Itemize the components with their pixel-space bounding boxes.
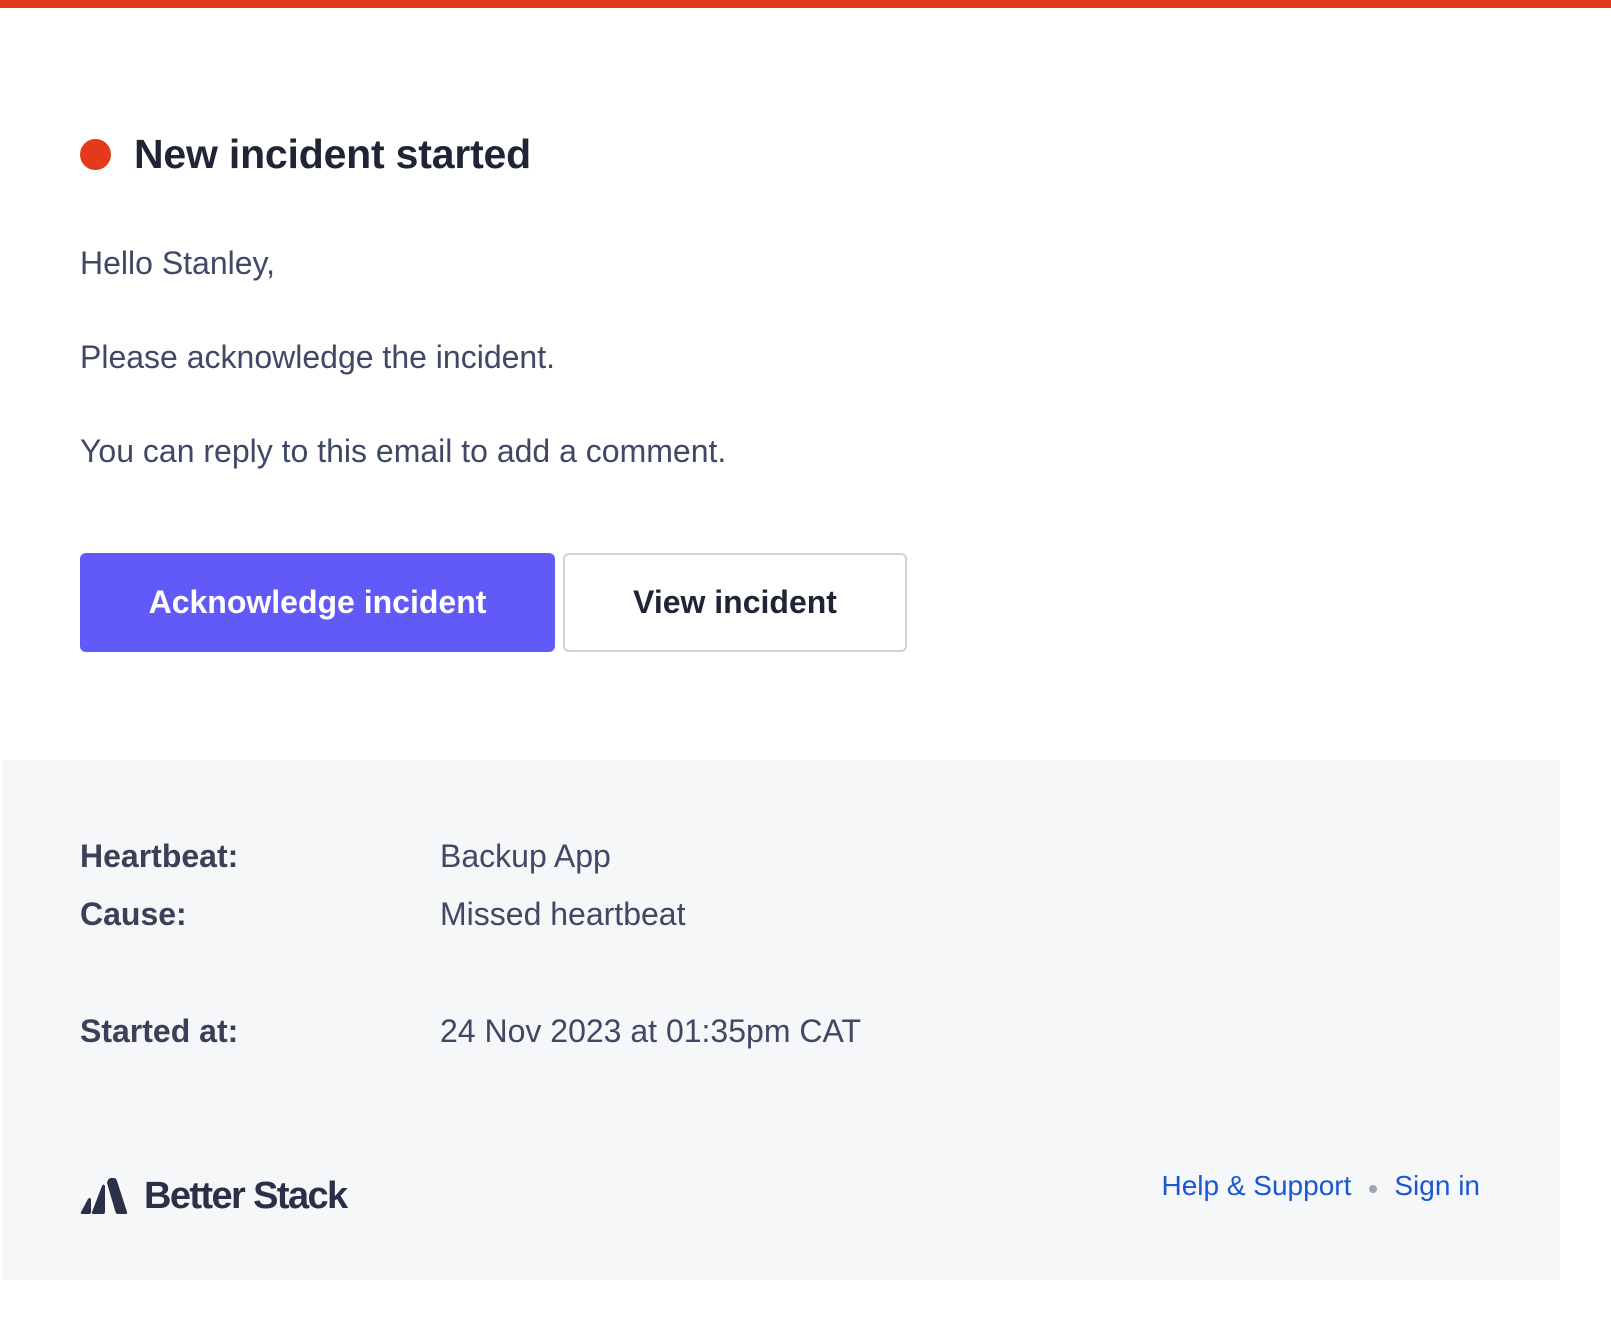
incident-header: New incident started — [80, 128, 531, 180]
started-at-value: 24 Nov 2023 at 01:35pm CAT — [440, 1013, 861, 1049]
acknowledge-request-text: Please acknowledge the incident. — [80, 339, 555, 375]
link-separator-dot — [1369, 1185, 1378, 1193]
heartbeat-value: Backup App — [440, 838, 611, 874]
email-page: New incident started Hello Stanley, Plea… — [0, 0, 1611, 1326]
cause-value: Missed heartbeat — [440, 896, 686, 932]
footer-links: Help & Support Sign in — [1161, 1170, 1480, 1202]
better-stack-logo: Better Stack — [80, 1174, 348, 1218]
started-at-label: Started at: — [80, 1013, 239, 1049]
reply-hint-text: You can reply to this email to add a com… — [80, 433, 727, 469]
cause-label: Cause: — [80, 896, 187, 932]
heartbeat-label: Heartbeat: — [80, 838, 239, 874]
brand-name: Better Stack — [144, 1174, 348, 1217]
greeting-text: Hello Stanley, — [80, 245, 276, 281]
view-incident-button[interactable]: View incident — [563, 553, 907, 652]
acknowledge-incident-button[interactable]: Acknowledge incident — [80, 553, 555, 652]
sign-in-link[interactable]: Sign in — [1394, 1170, 1480, 1202]
status-dot-icon — [80, 138, 111, 170]
better-stack-logo-icon — [80, 1178, 128, 1214]
help-support-link[interactable]: Help & Support — [1161, 1170, 1351, 1202]
page-title: New incident started — [134, 130, 531, 177]
top-accent-bar — [0, 0, 1611, 8]
